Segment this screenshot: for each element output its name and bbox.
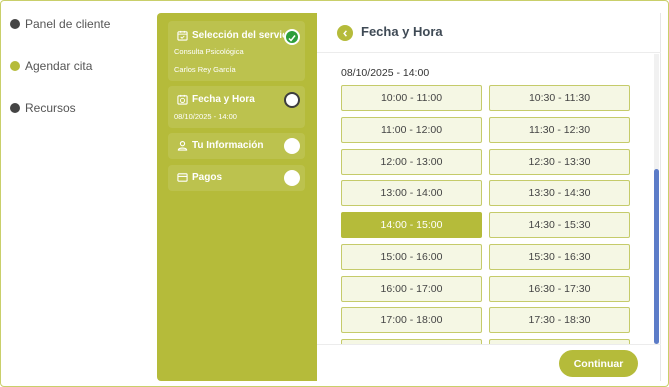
- nav-dot-icon: [10, 103, 20, 113]
- date-time-panel: Fecha y Hora 08/10/2025 - 14:00 10:00 - …: [317, 13, 661, 381]
- time-slot[interactable]: 11:00 - 12:00: [341, 117, 482, 143]
- nav-dot-icon: [10, 19, 20, 29]
- time-slot-selected[interactable]: 14:00 - 15:00: [341, 212, 482, 238]
- nav-dot-icon: [10, 61, 20, 71]
- time-slot[interactable]: 10:00 - 11:00: [341, 85, 482, 111]
- scrollbar-thumb[interactable]: [654, 169, 659, 344]
- page-title: Fecha y Hora: [361, 24, 443, 39]
- selected-date-label: 08/10/2025 - 14:00: [341, 67, 430, 79]
- step-pagos[interactable]: Pagos: [168, 165, 305, 191]
- time-slot[interactable]: 16:00 - 17:00: [341, 276, 482, 302]
- time-slot[interactable]: 13:30 - 14:30: [489, 180, 630, 206]
- step-title: Tu Información: [192, 140, 264, 151]
- nav-item-agendar-cita[interactable]: Agendar cita: [10, 57, 110, 75]
- step-done-icon: [284, 29, 300, 45]
- time-slot[interactable]: 17:30 - 18:30: [489, 307, 630, 333]
- nav-item-recursos[interactable]: Recursos: [10, 99, 110, 117]
- nav-label: Panel de cliente: [25, 17, 111, 31]
- time-slot[interactable]: 12:30 - 13:30: [489, 149, 630, 175]
- step-professional: Carlos Rey García: [174, 65, 236, 74]
- step-pending-icon: [284, 138, 300, 154]
- user-icon: [177, 141, 188, 151]
- panel-footer: Continuar: [317, 344, 661, 381]
- time-slot[interactable]: 10:30 - 11:30: [489, 85, 630, 111]
- continue-button[interactable]: Continuar: [559, 350, 638, 377]
- step-pending-icon: [284, 170, 300, 186]
- time-slot[interactable]: 16:30 - 17:30: [489, 276, 630, 302]
- step-service: Consulta Psicológica: [174, 47, 244, 56]
- time-slots-scroll[interactable]: 08/10/2025 - 14:00 10:00 - 11:00 10:30 -…: [317, 54, 661, 344]
- time-slot[interactable]: 13:00 - 14:00: [341, 180, 482, 206]
- panel-header: Fecha y Hora: [317, 13, 661, 53]
- nav-label: Agendar cita: [25, 59, 93, 73]
- booking-steps-panel: Selección del servicio Consulta Psicológ…: [157, 13, 317, 381]
- step-title: Pagos: [192, 172, 223, 183]
- step-datetime: 08/10/2025 - 14:00: [174, 112, 237, 121]
- step-seleccion-servicio[interactable]: Selección del servicio Consulta Psicológ…: [168, 21, 305, 81]
- step-title: Selección del servicio: [192, 30, 284, 41]
- time-slot[interactable]: 17:00 - 18:00: [341, 307, 482, 333]
- time-slot[interactable]: 11:30 - 12:30: [489, 117, 630, 143]
- step-fecha-hora[interactable]: Fecha y Hora 08/10/2025 - 14:00: [168, 86, 305, 128]
- calendar-check-icon: [177, 30, 188, 41]
- step-active-icon: [284, 92, 300, 108]
- time-slot[interactable]: 15:30 - 16:30: [489, 244, 630, 270]
- time-slot[interactable]: 14:30 - 15:30: [489, 212, 630, 238]
- back-button[interactable]: [337, 25, 353, 41]
- time-slot[interactable]: 15:00 - 16:00: [341, 244, 482, 270]
- nav-item-panel-cliente[interactable]: Panel de cliente: [10, 15, 110, 33]
- chevron-left-icon: [342, 29, 347, 37]
- time-slot[interactable]: 12:00 - 13:00: [341, 149, 482, 175]
- nav-label: Recursos: [25, 101, 76, 115]
- calendar-clock-icon: [177, 94, 188, 105]
- left-nav: Panel de cliente Agendar cita Recursos: [10, 15, 110, 141]
- app-frame: Panel de cliente Agendar cita Recursos S…: [0, 0, 669, 387]
- step-title: Fecha y Hora: [192, 94, 255, 105]
- credit-card-icon: [177, 173, 188, 182]
- step-tu-informacion[interactable]: Tu Información: [168, 133, 305, 159]
